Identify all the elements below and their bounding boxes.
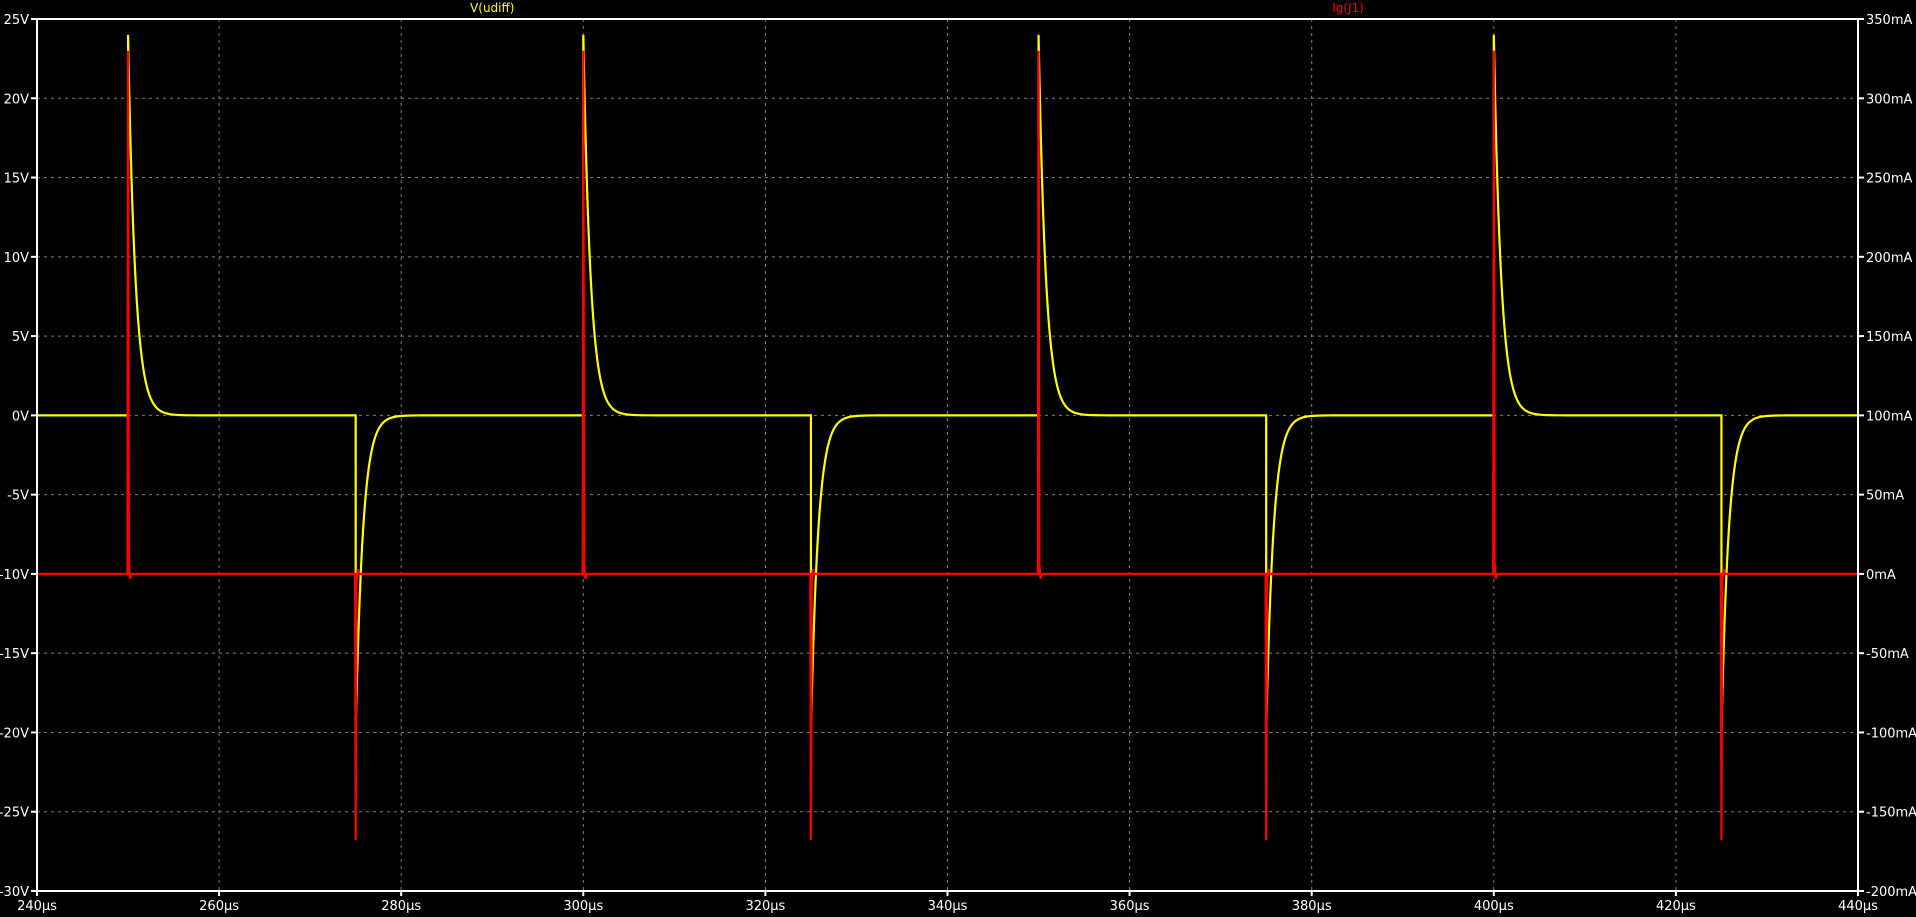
y-left-tick-label: -10V xyxy=(0,568,29,583)
y-left-tick-label: -20V xyxy=(0,726,29,741)
y-left-tick-label: 5V xyxy=(12,330,29,345)
x-tick-label: 360µs xyxy=(1110,899,1150,914)
y-right-tick-label: -50mA xyxy=(1866,647,1909,662)
y-left-tick-label: 0V xyxy=(12,409,29,424)
x-tick-label: 260µs xyxy=(199,899,239,914)
y-left-tick-label: -15V xyxy=(0,647,29,662)
x-tick-label: 400µs xyxy=(1474,899,1514,914)
x-tick-label: 420µs xyxy=(1656,899,1696,914)
y-right-tick-label: 300mA xyxy=(1866,92,1912,107)
x-tick-label: 240µs xyxy=(17,899,57,914)
x-tick-label: 380µs xyxy=(1292,899,1332,914)
y-right-tick-label: 200mA xyxy=(1866,251,1912,266)
waveform-plot: 240µs 260µs 280µs 300µs 320µs 340µs 360µs 380µs… xyxy=(0,1,1916,914)
y-right-tick-label: -200mA xyxy=(1866,885,1916,900)
y-right-tick-label: 0mA xyxy=(1866,568,1896,583)
trace-label: V(udiff) xyxy=(470,1,514,15)
y-left-tick-label: -25V xyxy=(0,806,29,821)
y-left-tick-label: 10V xyxy=(4,251,30,266)
x-tick-label: 440µs xyxy=(1838,899,1878,914)
y-right-tick-label: 100mA xyxy=(1866,409,1912,424)
trace-label: Ig(J1) xyxy=(1332,1,1364,15)
y-right-tick-label: -100mA xyxy=(1866,726,1916,741)
axis-ticks: 240µs 260µs 280µs 300µs 320µs 340µs 360µs 380µs… xyxy=(0,13,1916,914)
y-left-tick-label: 20V xyxy=(4,92,30,107)
y-left-tick-label: -5V xyxy=(7,489,29,504)
x-tick-label: 300µs xyxy=(563,899,603,914)
grid-lines xyxy=(37,19,1858,891)
y-right-tick-label: 50mA xyxy=(1866,489,1904,504)
x-tick-label: 320µs xyxy=(745,899,785,914)
y-left-tick-label: -30V xyxy=(0,885,29,900)
trace-labels: V(udiff) Ig(J1) xyxy=(470,1,1364,15)
y-left-tick-label: 25V xyxy=(4,13,30,28)
x-tick-label: 340µs xyxy=(928,899,968,914)
x-tick-label: 280µs xyxy=(381,899,421,914)
y-left-tick-label: 15V xyxy=(4,172,30,187)
y-right-tick-label: 250mA xyxy=(1866,172,1912,187)
y-right-tick-label: -150mA xyxy=(1866,806,1916,821)
y-right-tick-label: 350mA xyxy=(1866,13,1912,28)
y-right-tick-label: 150mA xyxy=(1866,330,1912,345)
